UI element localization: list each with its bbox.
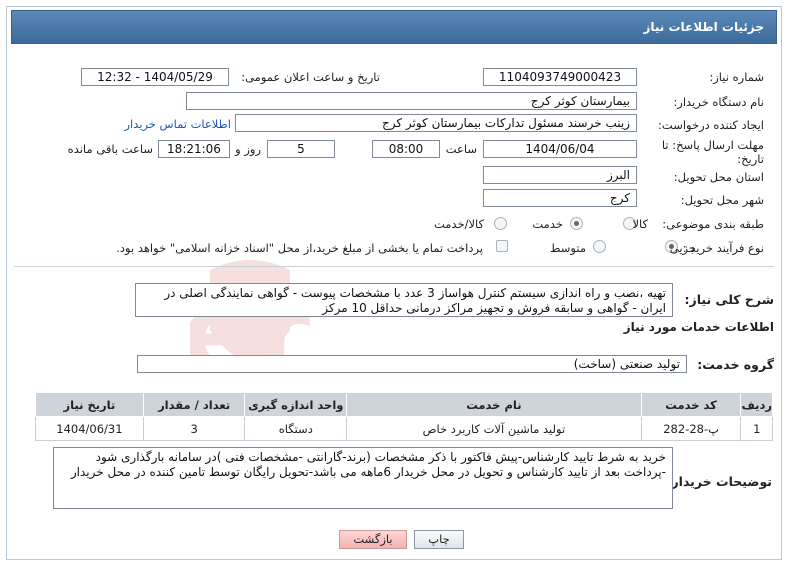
col-unit: واحد اندازه گیری xyxy=(244,392,348,417)
cell-service-code: پ-28-282 xyxy=(640,416,742,441)
description-field: تهیه ،نصب و راه اندازی سیستم کنترل هواسا… xyxy=(135,283,673,317)
remaining-label: ساعت باقی مانده xyxy=(67,142,153,156)
category-option-goods-service: کالا/خدمت xyxy=(433,217,484,231)
payment-note: پرداخت تمام یا بخشی از مبلغ خرید،از محل … xyxy=(116,241,483,255)
header-bar: جزئیات اطلاعات نیاز xyxy=(11,10,777,44)
services-table: ردیف کد خدمت نام خدمت واحد اندازه گیری ت… xyxy=(35,392,773,441)
category-radio-service[interactable] xyxy=(570,217,583,230)
days-label: روز و xyxy=(235,142,261,156)
cell-unit: دستگاه xyxy=(244,416,348,441)
need-number-label: شماره نیاز: xyxy=(709,70,764,84)
cell-row-number: 1 xyxy=(740,416,773,441)
deadline-time-field: 08:00 xyxy=(372,140,440,158)
buyer-org-field: بیمارستان کوثر کرج xyxy=(186,92,637,110)
creator-label: ایجاد کننده درخواست: xyxy=(658,118,764,132)
deadline-time-label: ساعت xyxy=(445,142,477,156)
print-button[interactable]: چاپ xyxy=(414,530,464,549)
category-label: طبقه بندی موضوعی: xyxy=(662,217,764,231)
service-group-label: گروه خدمت: xyxy=(697,357,774,372)
col-row-number: ردیف xyxy=(740,392,773,417)
cell-need-date: 1404/06/31 xyxy=(35,416,144,441)
announce-field: 1404/05/29 - 12:32 xyxy=(81,68,229,86)
days-field: 5 xyxy=(267,140,335,158)
back-button[interactable]: بازگشت xyxy=(339,530,407,549)
buyer-contact-link[interactable]: اطلاعات تماس خریدار xyxy=(124,117,231,131)
col-need-date: تاریخ نیاز xyxy=(35,392,144,417)
services-section-title: اطلاعات خدمات مورد نیاز xyxy=(623,320,774,334)
purchase-option-medium: متوسط xyxy=(549,241,586,255)
treasury-checkbox[interactable] xyxy=(496,240,508,252)
province-field: البرز xyxy=(483,166,637,184)
category-radio-goods-service[interactable] xyxy=(494,217,507,230)
remaining-time-field: 18:21:06 xyxy=(158,140,230,158)
category-option-service: خدمت xyxy=(532,217,563,231)
creator-field: زینب خرسند مسئول تدارکات بیمارستان کوثر … xyxy=(235,114,637,132)
table-row: 1 پ-28-282 تولید ماشین آلات کاربرد خاص د… xyxy=(35,416,773,441)
deadline-label: مهلت ارسال پاسخ: تا xyxy=(661,138,764,152)
buyer-notes-label: توضیحات خریدار: xyxy=(666,474,772,489)
col-quantity: تعداد / مقدار xyxy=(142,392,246,417)
buyer-notes-field: خرید به شرط تایید کارشناس-پیش فاکتور با … xyxy=(53,447,673,509)
city-label: شهر محل تحویل: xyxy=(680,193,764,207)
need-number-field: 1104093749000423 xyxy=(483,68,637,86)
deadline-label-date: تاریخ: xyxy=(737,152,764,166)
purchase-option-minor: جزیی xyxy=(669,241,696,255)
divider xyxy=(14,266,774,267)
buyer-org-label: نام دستگاه خریدار: xyxy=(673,95,764,109)
city-field: کرج xyxy=(483,189,637,207)
announce-label: تاریخ و ساعت اعلان عمومی: xyxy=(241,70,380,84)
page-title: جزئیات اطلاعات نیاز xyxy=(643,20,764,34)
service-group-field: تولید صنعتی (ساخت) xyxy=(137,355,687,373)
category-option-goods: کالا xyxy=(632,217,648,231)
purchase-radio-medium[interactable] xyxy=(593,240,606,253)
province-label: استان محل تحویل: xyxy=(673,170,764,184)
table-header-row: ردیف کد خدمت نام خدمت واحد اندازه گیری ت… xyxy=(35,392,773,417)
col-service-code: کد خدمت xyxy=(640,392,742,417)
cell-quantity: 3 xyxy=(142,416,246,441)
col-service-name: نام خدمت xyxy=(346,392,642,417)
deadline-date-field: 1404/06/04 xyxy=(483,140,637,158)
cell-service-name: تولید ماشین آلات کاربرد خاص xyxy=(346,416,642,441)
description-label: شرح کلی نیاز: xyxy=(684,292,774,307)
